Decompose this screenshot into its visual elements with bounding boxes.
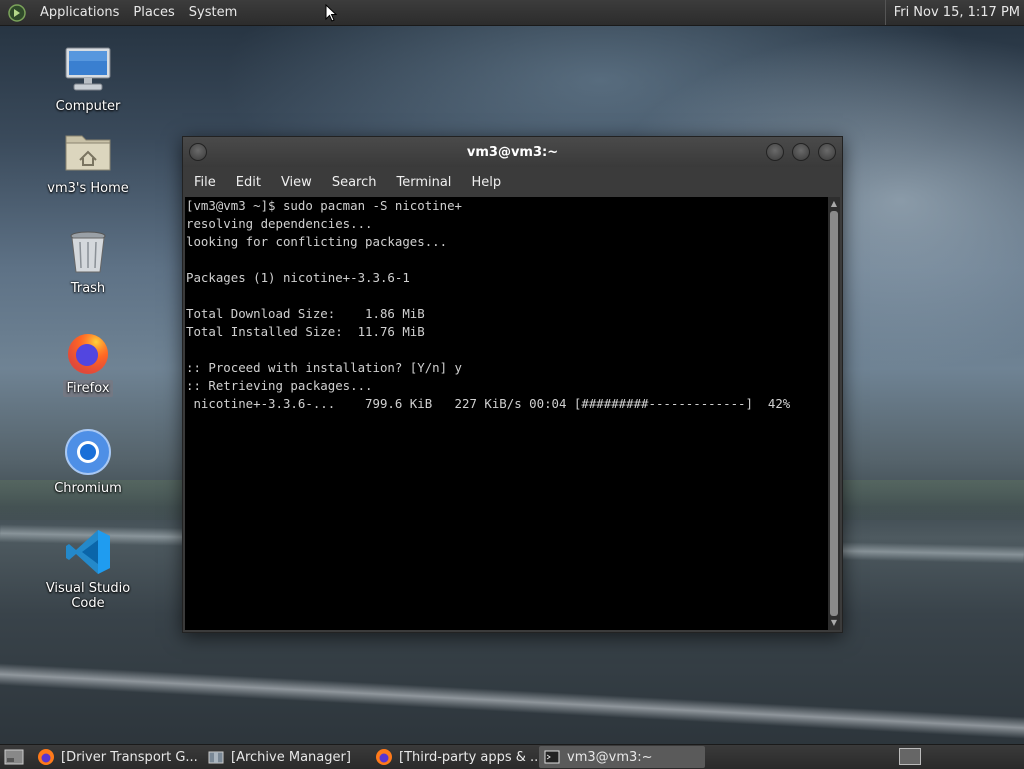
desktop-icon-chromium[interactable]: Chromium	[28, 428, 148, 497]
taskbar-item-label: vm3@vm3:~	[567, 749, 653, 765]
window-titlebar[interactable]: vm3@vm3:~	[183, 137, 842, 167]
terminal-line: Total Installed Size: 11.76 MiB	[186, 324, 425, 339]
taskbar-item-archive-manager[interactable]: [Archive Manager]	[203, 746, 369, 768]
desktop-icon-home[interactable]: vm3's Home	[28, 128, 148, 197]
desktop-icon-label: vm3's Home	[47, 181, 129, 196]
terminal-line: resolving dependencies...	[186, 216, 373, 231]
terminal-window[interactable]: vm3@vm3:~ File Edit View Search Terminal…	[182, 136, 843, 633]
applications-menu[interactable]: Applications	[33, 5, 126, 20]
menu-terminal[interactable]: Terminal	[386, 175, 461, 190]
chromium-icon	[64, 428, 112, 476]
taskbar-item-label: [Third-party apps & ...	[399, 749, 537, 765]
terminal-line: :: Retrieving packages...	[186, 378, 373, 393]
terminal-icon	[544, 750, 560, 764]
desktop-icon-trash[interactable]: Trash	[28, 228, 148, 297]
distro-logo-icon[interactable]	[7, 3, 27, 23]
menu-edit[interactable]: Edit	[226, 175, 271, 190]
trash-icon	[64, 228, 112, 276]
system-menu[interactable]: System	[182, 5, 244, 20]
taskbar-item-label: [Archive Manager]	[231, 749, 351, 765]
terminal-line: [vm3@vm3 ~]$ sudo pacman -S nicotine+	[186, 198, 463, 213]
computer-icon	[64, 46, 112, 94]
taskbar-item-terminal[interactable]: vm3@vm3:~	[539, 746, 705, 768]
desktop-icon-label: Firefox	[63, 380, 113, 397]
window-title: vm3@vm3:~	[466, 144, 559, 160]
terminal-line: :: Proceed with installation? [Y/n] y	[186, 360, 463, 375]
desktop-icon-vscode[interactable]: Visual Studio Code	[28, 528, 148, 612]
terminal-output[interactable]: [vm3@vm3 ~]$ sudo pacman -S nicotine+ re…	[185, 197, 828, 630]
desktop-icon-label: Computer	[55, 99, 121, 114]
firefox-icon	[38, 749, 54, 765]
menu-search[interactable]: Search	[322, 175, 387, 190]
menu-view[interactable]: View	[271, 175, 322, 190]
minimize-button[interactable]	[766, 143, 784, 161]
archive-manager-icon	[208, 751, 224, 764]
places-menu[interactable]: Places	[126, 5, 181, 20]
firefox-icon	[376, 749, 392, 765]
terminal-line: Total Download Size: 1.86 MiB	[186, 306, 425, 321]
terminal-scrollbar[interactable]: ▲ ▼	[828, 197, 840, 630]
home-folder-icon	[64, 128, 112, 176]
scroll-down-icon[interactable]: ▼	[829, 618, 839, 628]
taskbar-item-label: [Driver Transport G...	[61, 749, 198, 765]
desktop-icon-computer[interactable]: Computer	[28, 46, 148, 115]
clock[interactable]: Fri Nov 15, 1:17 PM	[884, 0, 1024, 25]
close-button[interactable]	[818, 143, 836, 161]
scroll-up-icon[interactable]: ▲	[829, 199, 839, 209]
desktop-icon-label: Visual Studio Code	[45, 581, 131, 611]
terminal-line: nicotine+-3.3.6-... 799.6 KiB 227 KiB/s …	[186, 396, 791, 411]
window-menu-button[interactable]	[189, 143, 207, 161]
mouse-pointer-icon	[325, 4, 337, 22]
desktop-icon-label: Trash	[70, 281, 106, 296]
scrollbar-thumb[interactable]	[830, 211, 838, 616]
vscode-icon	[64, 528, 112, 576]
firefox-icon	[64, 328, 112, 376]
bottom-panel: [Driver Transport G... [Archive Manager]…	[0, 744, 1024, 769]
desktop-icon-firefox[interactable]: Firefox	[28, 328, 148, 397]
workspace-switcher[interactable]	[899, 748, 921, 765]
show-desktop-icon[interactable]	[3, 747, 25, 767]
taskbar-item-third-party-apps[interactable]: [Third-party apps & ...	[371, 746, 537, 768]
desktop-icon-label: Chromium	[54, 481, 122, 496]
top-panel: Applications Places System Fri Nov 15, 1…	[0, 0, 1024, 26]
menu-file[interactable]: File	[183, 175, 226, 190]
terminal-line: looking for conflicting packages...	[186, 234, 448, 249]
taskbar-item-driver-transport[interactable]: [Driver Transport G...	[33, 746, 201, 768]
terminal-menubar: File Edit View Search Terminal Help	[183, 167, 842, 197]
menu-help[interactable]: Help	[461, 175, 511, 190]
terminal-line: Packages (1) nicotine+-3.3.6-1	[186, 270, 410, 285]
maximize-button[interactable]	[792, 143, 810, 161]
